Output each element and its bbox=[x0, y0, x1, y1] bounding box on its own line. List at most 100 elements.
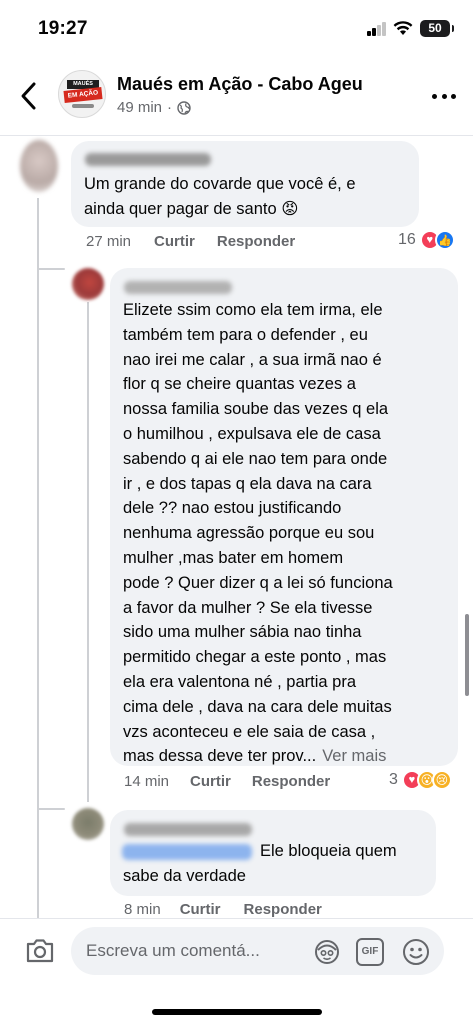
comment-text-line: ainda quer pagar de santo 😡 bbox=[84, 200, 299, 218]
comment-time: 27 min bbox=[86, 233, 132, 250]
author-name[interactable] bbox=[124, 823, 252, 836]
comment-text: ir , e dos tapas q ela dava na cara bbox=[123, 474, 372, 493]
logo-decoration bbox=[72, 104, 94, 108]
sad-reaction-icon: 😢 bbox=[431, 770, 452, 790]
comment-text-line: ir , e dos tapas q ela dava na cara bbox=[123, 472, 372, 497]
cellular-signal-icon bbox=[367, 22, 387, 36]
scrollbar[interactable] bbox=[465, 614, 469, 696]
comment-text: sabendo q ai ele nao tem para onde bbox=[123, 449, 388, 468]
page-avatar[interactable]: MAUÉS EM AÇÃO bbox=[58, 70, 106, 118]
globe-icon bbox=[177, 100, 191, 115]
page-title[interactable]: Maués em Ação - Cabo Ageu bbox=[117, 74, 363, 95]
comment-composer: Escreva um comentá... GIF bbox=[0, 918, 473, 1024]
comment-text: mulher ,mas bater em homem bbox=[123, 549, 344, 567]
comment-text: nenhuma agressão porque eu sou bbox=[123, 524, 375, 543]
comment-actions: 27 min Curtir Responder bbox=[86, 233, 295, 250]
comment-text-line: mas dessa deve ter prov... Ver mais bbox=[123, 744, 386, 769]
comment-text: permitido chegar a este ponto , mas bbox=[123, 648, 387, 667]
comment-text: o humilhou , expulsava ele de casa bbox=[123, 425, 381, 443]
comment-text: mas dessa deve ter prov... bbox=[123, 747, 317, 766]
comment-text: Elizete ssim como ela tem irma, ele bbox=[123, 301, 383, 319]
reply-button[interactable]: Responder bbox=[252, 773, 330, 790]
status-time: 19:27 bbox=[38, 18, 88, 39]
like-button[interactable]: Curtir bbox=[190, 773, 231, 790]
comment-text-line: ela era valentona né , partia pra bbox=[123, 670, 356, 695]
comment-text: a favor da mulher ? Se ela tivesse bbox=[123, 598, 373, 617]
comment-text-line: cima dele , dava na cara dele muitas bbox=[123, 695, 392, 720]
comment-text: também tem para o defender , eu bbox=[123, 325, 368, 344]
comment-text: pode ? Quer dizer q a lei só funciona bbox=[123, 573, 393, 592]
comment-text-line: Um grande do covarde que você é, e bbox=[84, 175, 356, 193]
comment-text-line: dele ?? nao estou justificando bbox=[123, 496, 341, 521]
comment-text-line: nenhuma agressão porque eu sou bbox=[123, 521, 374, 546]
comment-text-line: sabe da verdade bbox=[123, 867, 246, 885]
home-indicator bbox=[152, 1009, 322, 1015]
comment-text-line: pode ? Quer dizer q a lei só funciona bbox=[123, 571, 393, 596]
comment-time: 14 min bbox=[124, 773, 170, 790]
gif-icon[interactable]: GIF bbox=[356, 938, 384, 966]
avatar[interactable] bbox=[72, 268, 104, 300]
comment-text-line: sabendo q ai ele nao tem para onde bbox=[123, 447, 387, 472]
comment-text: nao irei me calar , a sua irmã nao é bbox=[123, 350, 382, 369]
comment-text: cima dele , dava na cara dele muitas bbox=[123, 697, 392, 716]
mention-tag[interactable] bbox=[122, 844, 252, 860]
comment-input-placeholder: Escreva um comentá... bbox=[86, 941, 260, 960]
comment-bubble: Um grande do covarde que você é, e ainda… bbox=[71, 141, 419, 227]
comment-text: flor q se cheire quantas vezes a bbox=[123, 375, 356, 394]
reply-thread-line bbox=[87, 302, 89, 802]
comment-text-line: vzs aconteceu e ele saia de casa , bbox=[123, 720, 375, 745]
comment-actions: 8 min Curtir Responder bbox=[124, 901, 322, 918]
comment-text-line: o humilhou , expulsava ele de casa bbox=[123, 422, 381, 447]
battery-icon: 50 bbox=[420, 20, 454, 37]
wifi-icon bbox=[393, 21, 413, 35]
reply-button[interactable]: Responder bbox=[244, 901, 322, 918]
comment-text-line: nao irei me calar , a sua irmã nao é bbox=[123, 348, 382, 373]
comment-text-line: também tem para o defender , eu bbox=[123, 323, 368, 348]
reaction-count: 16 bbox=[398, 231, 416, 248]
thread-connector bbox=[37, 268, 65, 270]
author-name[interactable] bbox=[85, 153, 211, 166]
reaction-count: 3 bbox=[389, 771, 398, 788]
avatar[interactable] bbox=[20, 140, 58, 192]
like-button[interactable]: Curtir bbox=[180, 901, 221, 918]
comment-text: dele ?? nao estou justificando bbox=[123, 499, 342, 518]
reply-button[interactable]: Responder bbox=[217, 233, 295, 250]
like-reaction-icon: 👍 bbox=[434, 230, 455, 250]
like-button[interactable]: Curtir bbox=[154, 233, 195, 250]
comment-bubble: Ele bloqueia quem sabe da verdade bbox=[110, 810, 436, 896]
see-more-link[interactable]: Ver mais bbox=[322, 747, 386, 765]
comment-text-line: a favor da mulher ? Se ela tivesse bbox=[123, 596, 372, 621]
post-age: 49 min bbox=[117, 99, 163, 116]
comment-text-line: permitido chegar a este ponto , mas bbox=[123, 645, 386, 670]
comment-input[interactable]: Escreva um comentá... GIF bbox=[71, 927, 444, 975]
back-chevron-icon[interactable] bbox=[14, 76, 46, 116]
thread-line bbox=[37, 198, 39, 918]
thread-connector bbox=[37, 808, 65, 810]
reaction-summary[interactable]: 3 ♥ 😮 😢 bbox=[389, 770, 452, 790]
avatar-sticker-icon[interactable] bbox=[313, 938, 341, 966]
emoji-icon[interactable] bbox=[401, 937, 431, 967]
comment-text-line: sido uma mulher sábia nao tinha bbox=[123, 620, 361, 645]
comment-text-line: nossa familia soube das vezes q ela bbox=[123, 397, 388, 422]
more-dots-icon[interactable] bbox=[428, 84, 460, 108]
camera-icon[interactable] bbox=[24, 935, 56, 965]
status-bar: 19:27 50 bbox=[0, 0, 473, 58]
comment-actions: 14 min Curtir Responder bbox=[124, 773, 330, 790]
comment-text: vzs aconteceu e ele saia de casa , bbox=[123, 722, 376, 741]
comment-bubble: Elizete ssim como ela tem irma, ele també… bbox=[110, 268, 458, 766]
comment-text-line: Elizete ssim como ela tem irma, ele bbox=[123, 298, 383, 323]
comment-text-line: flor q se cheire quantas vezes a bbox=[123, 372, 356, 397]
comment-time: 8 min bbox=[124, 901, 161, 918]
comment-text-line: Ele bloqueia quem bbox=[260, 842, 397, 860]
post-meta: 49 min · bbox=[117, 99, 191, 116]
meta-separator: · bbox=[167, 99, 173, 116]
comment-text-line: mulher ,mas bater em homem bbox=[123, 546, 343, 571]
comment-text: ela era valentona né , partia pra bbox=[123, 673, 356, 691]
comment-text: sido uma mulher sábia nao tinha bbox=[123, 623, 362, 642]
comment-text: nossa familia soube das vezes q ela bbox=[123, 400, 389, 419]
author-name[interactable] bbox=[124, 281, 232, 294]
post-header: MAUÉS EM AÇÃO Maués em Ação - Cabo Ageu … bbox=[0, 58, 473, 136]
reaction-summary[interactable]: 16 ♥ 👍 bbox=[398, 230, 455, 250]
avatar[interactable] bbox=[72, 808, 104, 840]
logo-text-band: EM AÇÃO bbox=[63, 87, 103, 103]
